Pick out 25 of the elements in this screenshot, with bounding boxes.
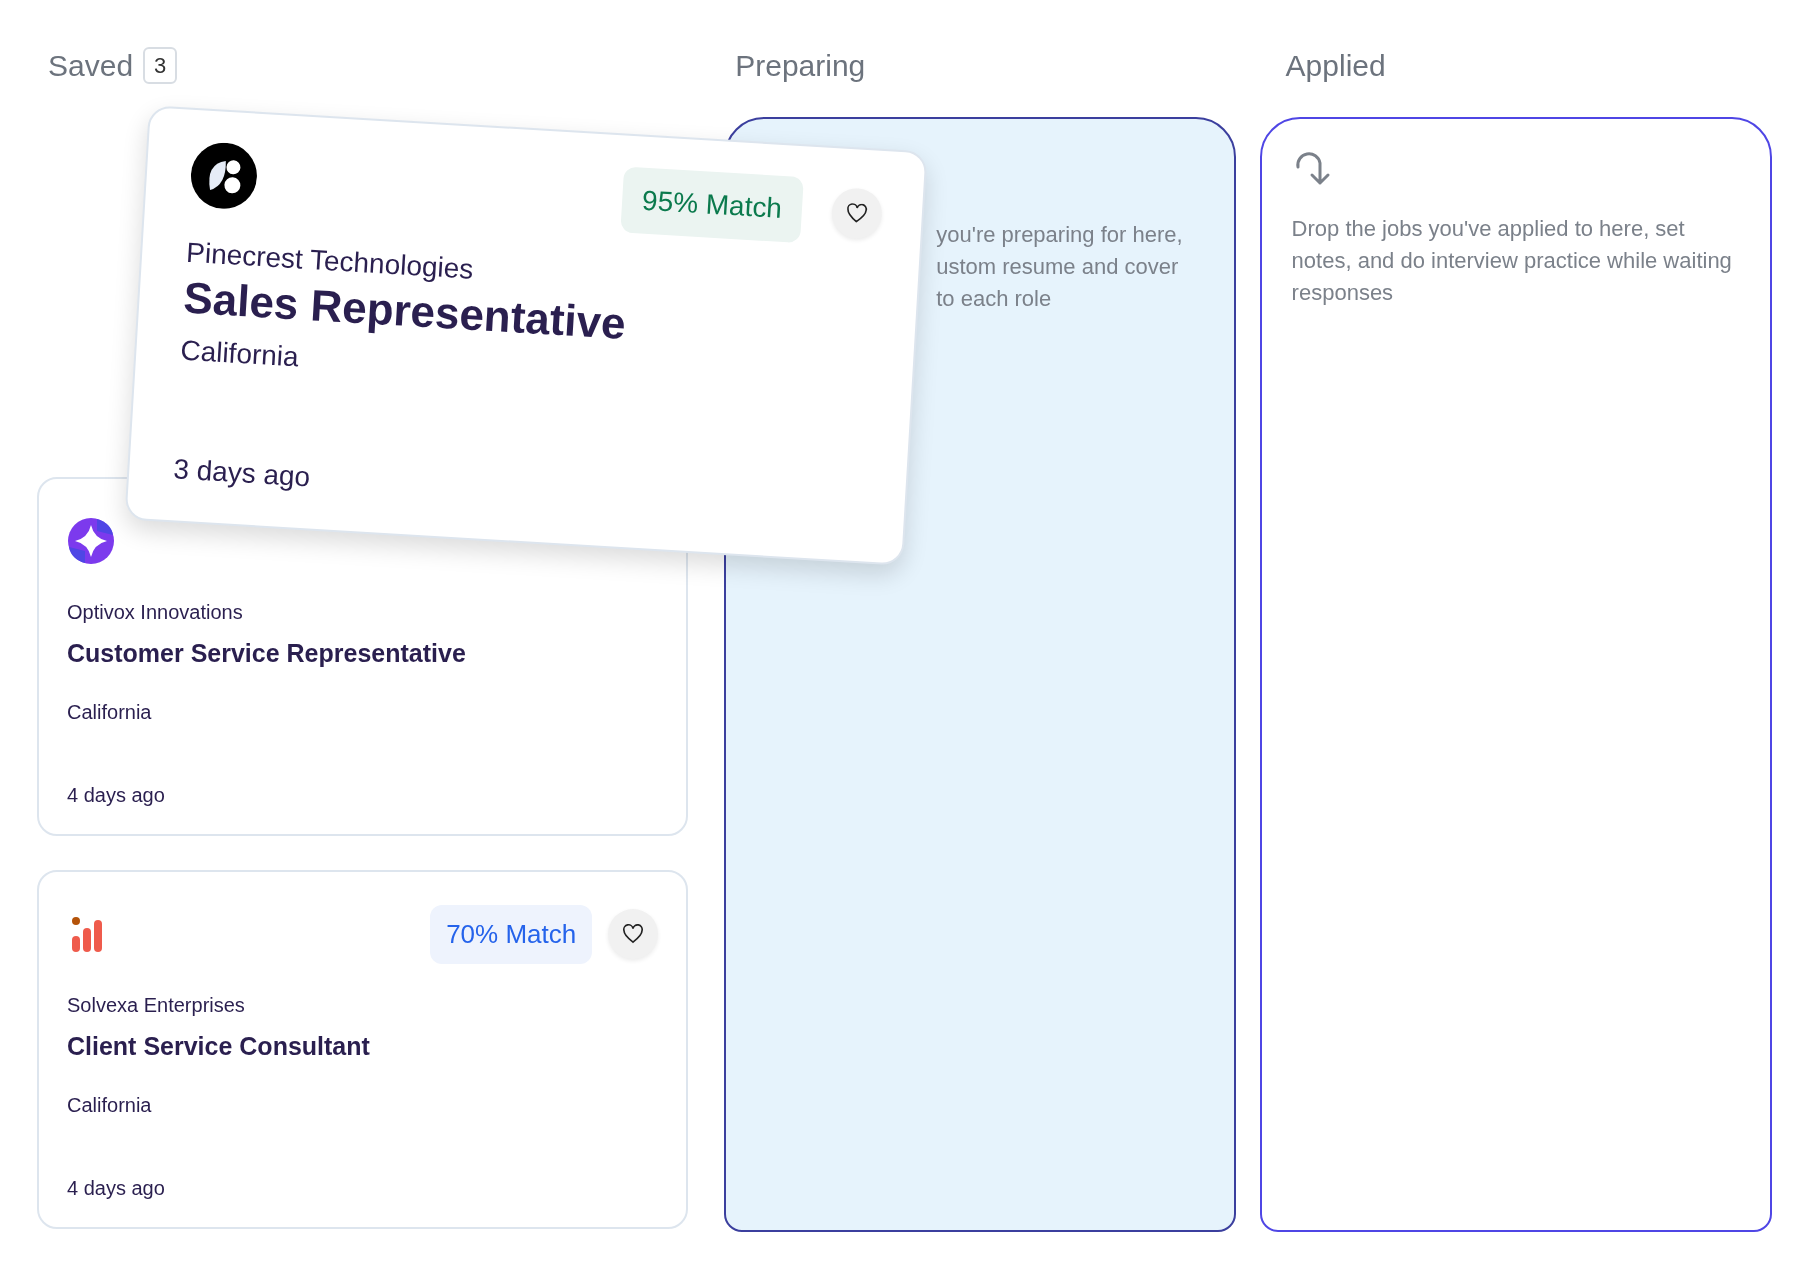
company-logo-icon xyxy=(189,140,259,211)
heart-icon xyxy=(845,202,869,225)
job-location: California xyxy=(179,333,301,375)
match-badge: 70% Match xyxy=(430,904,593,964)
posted-date: 3 days ago xyxy=(172,452,313,495)
hint-text: to each role xyxy=(936,285,1053,313)
hint-text: Drop the jobs you've applied to here, set notes, and do interview practice while waiting responses xyxy=(1291,215,1733,307)
job-title: Customer Service Representative xyxy=(67,638,467,669)
hint-text: ustom resume and cover xyxy=(936,253,1180,281)
posted-date: 4 days ago xyxy=(67,1176,166,1201)
match-badge: 95% Match xyxy=(620,166,804,244)
company-name: Optivox Innovations xyxy=(67,600,244,625)
column-title: Applied xyxy=(1285,47,1386,84)
job-location: California xyxy=(67,1092,153,1118)
posted-date: 4 days ago xyxy=(67,783,166,808)
job-title: Client Service Consultant xyxy=(67,1031,371,1062)
favorite-button[interactable] xyxy=(608,909,659,959)
hint-text: you're preparing for here, xyxy=(936,221,1184,249)
column-title: Saved xyxy=(48,47,134,84)
heart-icon xyxy=(622,924,645,944)
count-badge: 3 xyxy=(143,46,178,84)
column-title: Preparing xyxy=(735,47,866,84)
company-name: Solvexa Enterprises xyxy=(67,993,246,1018)
job-location: California xyxy=(67,699,153,725)
star-ring-logo-icon xyxy=(67,517,115,565)
